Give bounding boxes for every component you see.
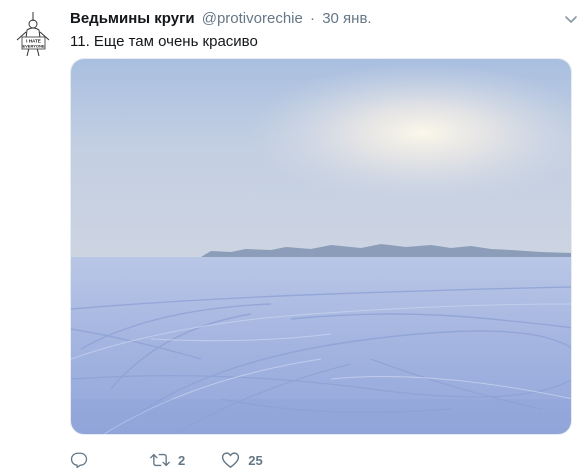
snowy-landscape-image: [71, 59, 571, 434]
retweet-count: 2: [178, 452, 186, 468]
display-name[interactable]: Ведьмины круги: [70, 10, 195, 27]
retweet-button[interactable]: 2: [150, 451, 185, 469]
tweet-timestamp[interactable]: 30 янв.: [322, 10, 371, 27]
separator-dot: ·: [310, 10, 316, 27]
reply-button[interactable]: [70, 451, 90, 469]
retweet-icon: [150, 451, 170, 469]
tweet-text: 11. Еще там очень красиво: [70, 33, 258, 50]
tweet-actions: 2 25: [70, 448, 263, 472]
reply-icon: [70, 451, 88, 469]
tweet-header: Ведьмины круги @protivorechie · 30 янв.: [70, 9, 547, 29]
tweet-photo[interactable]: [70, 58, 572, 435]
avatar-text-2: EVERYONE: [22, 44, 44, 49]
like-count: 25: [248, 452, 263, 468]
chevron-down-icon[interactable]: [563, 11, 579, 27]
avatar[interactable]: I HATE EVERYONE: [9, 10, 58, 59]
like-button[interactable]: 25: [221, 451, 263, 469]
user-handle[interactable]: @protivorechie: [202, 10, 303, 27]
heart-icon: [221, 451, 240, 469]
